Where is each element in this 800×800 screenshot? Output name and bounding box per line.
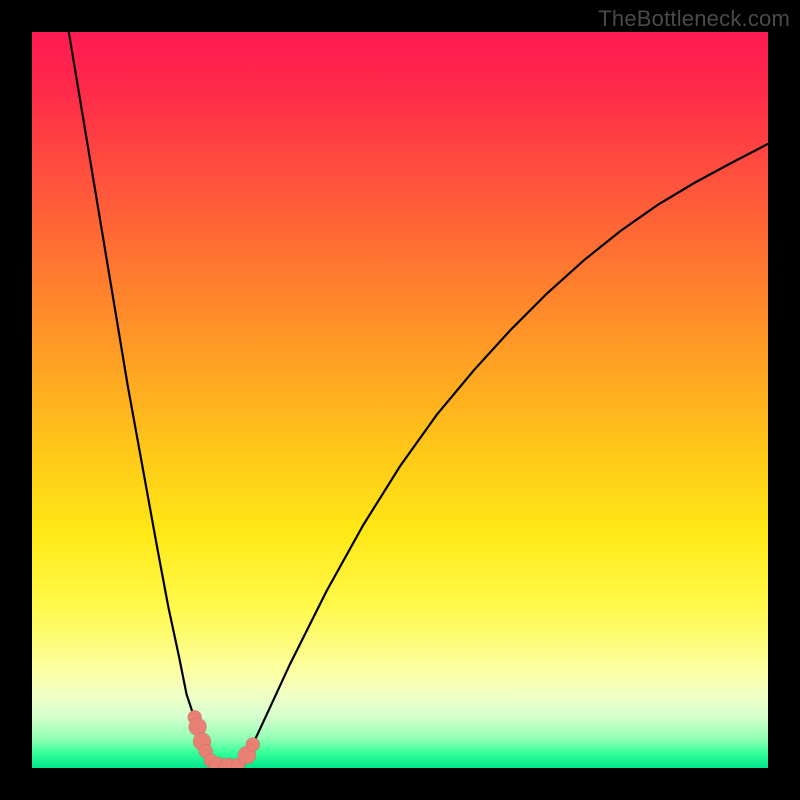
curve-right-branch <box>231 144 768 767</box>
watermark-text: TheBottleneck.com <box>598 6 790 32</box>
chart-svg <box>32 32 768 768</box>
plot-area <box>32 32 768 768</box>
markers-group <box>188 710 260 768</box>
outer-frame: TheBottleneck.com <box>0 0 800 800</box>
curve-left-branch <box>69 32 231 767</box>
data-marker <box>246 737 260 751</box>
